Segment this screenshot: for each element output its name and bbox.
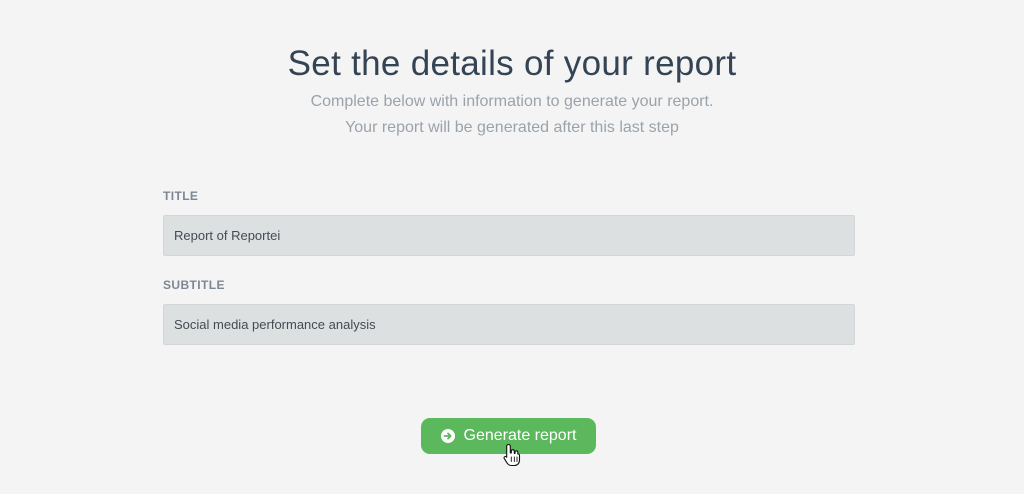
report-details-form: TITLE SUBTITLE [163, 189, 855, 345]
title-input[interactable] [163, 215, 855, 256]
page-subtitle-line-1: Complete below with information to gener… [310, 93, 714, 110]
subtitle-input[interactable] [163, 304, 855, 345]
arrow-circle-right-icon [440, 429, 455, 443]
page-subtitle-line-2: Your report will be generated after this… [345, 119, 679, 136]
generate-report-button[interactable]: Generate report [421, 418, 596, 454]
generate-report-label: Generate report [463, 427, 577, 444]
report-details-page: Set the details of your report Complete … [0, 0, 1024, 494]
subtitle-field-label: SUBTITLE [163, 278, 225, 292]
field-spacer [163, 256, 855, 278]
title-field-label: TITLE [163, 189, 199, 203]
page-title: Set the details of your report [287, 44, 737, 83]
header: Set the details of your report Complete … [0, 42, 1024, 141]
